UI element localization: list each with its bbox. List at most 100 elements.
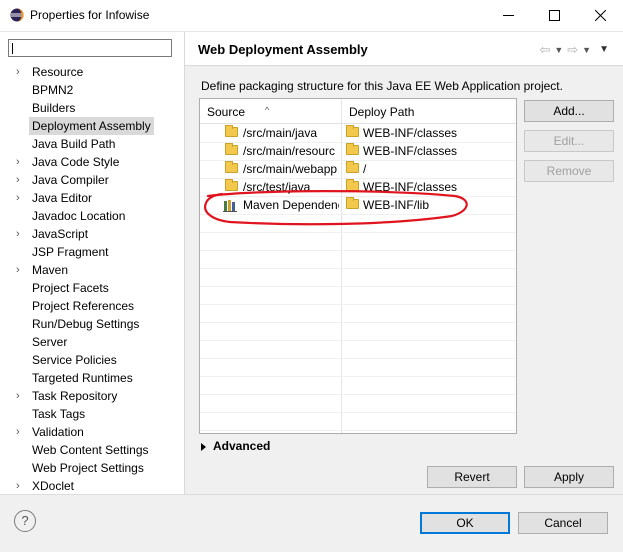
nav-item-label: Deployment Assembly bbox=[29, 117, 154, 135]
chevron-right-icon[interactable]: › bbox=[16, 261, 26, 279]
column-deploy-path[interactable]: Deploy Path bbox=[342, 99, 516, 123]
nav-item[interactable]: Deployment Assembly bbox=[0, 117, 184, 135]
back-arrow-icon[interactable]: ⇦ bbox=[539, 42, 550, 58]
empty-row bbox=[200, 214, 516, 233]
nav-item[interactable]: BPMN2 bbox=[0, 81, 184, 99]
nav-item-label: Web Project Settings bbox=[32, 461, 144, 475]
deploy-path-cell: / bbox=[363, 162, 367, 176]
filter-input[interactable] bbox=[8, 39, 172, 57]
nav-item[interactable]: Project References bbox=[0, 297, 184, 315]
edit-button[interactable]: Edit... bbox=[524, 130, 614, 152]
nav-item[interactable]: › Java Compiler bbox=[0, 171, 184, 189]
eclipse-icon bbox=[10, 8, 24, 22]
deploy-path-cell: WEB-INF/classes bbox=[363, 144, 458, 158]
folder-icon bbox=[346, 125, 359, 137]
add-button[interactable]: Add... bbox=[524, 100, 614, 122]
minimize-icon bbox=[502, 15, 514, 16]
expand-arrow-icon[interactable] bbox=[201, 443, 206, 451]
close-button[interactable] bbox=[577, 0, 623, 31]
table-row[interactable]: /src/main/java WEB-INF/classes bbox=[200, 124, 516, 143]
nav-item[interactable]: › Java Code Style bbox=[0, 153, 184, 171]
chevron-right-icon[interactable]: › bbox=[16, 477, 26, 495]
nav-item[interactable]: › Maven bbox=[0, 261, 184, 279]
advanced-section-toggle[interactable]: Advanced bbox=[213, 439, 270, 453]
nav-item[interactable]: Web Content Settings bbox=[0, 441, 184, 459]
ok-button[interactable]: OK bbox=[420, 512, 510, 534]
nav-item-label: Java Editor bbox=[32, 191, 93, 205]
nav-item-label: Java Code Style bbox=[32, 155, 120, 169]
nav-item-label: Maven bbox=[32, 263, 69, 277]
apply-button[interactable]: Apply bbox=[524, 466, 614, 488]
remove-button[interactable]: Remove bbox=[524, 160, 614, 182]
folder-icon bbox=[346, 161, 359, 173]
nav-item-label: Run/Debug Settings bbox=[32, 317, 140, 331]
table-row[interactable]: /src/test/java WEB-INF/classes bbox=[200, 178, 516, 197]
forward-arrow-icon[interactable]: ⇨ bbox=[567, 42, 578, 58]
empty-row bbox=[200, 232, 516, 251]
close-icon bbox=[594, 10, 606, 21]
deployment-table[interactable]: Source ^ Deploy Path /src/main/java WEB-I… bbox=[199, 98, 517, 434]
nav-item[interactable]: Javadoc Location bbox=[0, 207, 184, 225]
view-menu-icon[interactable]: ▼ bbox=[599, 42, 609, 58]
nav-item[interactable]: › Java Editor bbox=[0, 189, 184, 207]
nav-item[interactable]: Targeted Runtimes bbox=[0, 369, 184, 387]
nav-item-label: Service Policies bbox=[32, 353, 117, 367]
folder-icon bbox=[346, 179, 359, 191]
nav-item[interactable]: › XDoclet bbox=[0, 477, 184, 495]
nav-item-label: Project References bbox=[32, 299, 135, 313]
table-row[interactable]: Maven Dependenc WEB-INF/lib bbox=[200, 196, 516, 215]
source-cell: /src/test/java bbox=[243, 180, 311, 194]
nav-item[interactable]: Task Tags bbox=[0, 405, 184, 423]
library-icon bbox=[223, 200, 237, 212]
chevron-right-icon[interactable]: › bbox=[16, 387, 26, 405]
nav-item[interactable]: › Resource bbox=[0, 63, 184, 81]
forward-dropdown-icon[interactable]: ▼ bbox=[582, 42, 591, 58]
empty-row bbox=[200, 286, 516, 305]
folder-icon bbox=[225, 125, 238, 137]
nav-item-label: Task Tags bbox=[32, 407, 86, 421]
revert-button[interactable]: Revert bbox=[427, 466, 517, 488]
source-cell: /src/main/java bbox=[243, 126, 318, 140]
text-caret bbox=[12, 43, 13, 54]
chevron-right-icon[interactable]: › bbox=[16, 171, 26, 189]
nav-item[interactable]: Java Build Path bbox=[0, 135, 184, 153]
nav-item[interactable]: › Validation bbox=[0, 423, 184, 441]
minimize-button[interactable] bbox=[485, 0, 531, 31]
table-row[interactable]: /src/main/resourc WEB-INF/classes bbox=[200, 142, 516, 161]
column-source[interactable]: Source ^ bbox=[200, 99, 342, 123]
chevron-right-icon[interactable]: › bbox=[16, 153, 26, 171]
source-cell: Maven Dependenc bbox=[243, 198, 339, 212]
back-dropdown-icon[interactable]: ▼ bbox=[554, 42, 563, 58]
page-title: Web Deployment Assembly bbox=[198, 42, 368, 57]
chevron-right-icon[interactable]: › bbox=[16, 225, 26, 243]
chevron-right-icon[interactable]: › bbox=[16, 423, 26, 441]
empty-row bbox=[200, 268, 516, 287]
nav-item[interactable]: Run/Debug Settings bbox=[0, 315, 184, 333]
nav-item[interactable]: Builders bbox=[0, 99, 184, 117]
page-header: Web Deployment Assembly ⇦ ▼ ⇨ ▼ ▼ bbox=[185, 32, 623, 66]
table-row[interactable]: /src/main/webapp / bbox=[200, 160, 516, 179]
properties-page: Web Deployment Assembly ⇦ ▼ ⇨ ▼ ▼ Define… bbox=[185, 32, 623, 494]
nav-item-label: Task Repository bbox=[32, 389, 118, 403]
window-title: Properties for Infowise bbox=[30, 8, 150, 22]
nav-item[interactable]: Web Project Settings bbox=[0, 459, 184, 477]
deploy-path-cell: WEB-INF/classes bbox=[363, 180, 458, 194]
nav-item[interactable]: Server bbox=[0, 333, 184, 351]
help-icon[interactable]: ? bbox=[14, 510, 36, 532]
nav-item-label: Java Build Path bbox=[32, 137, 116, 151]
chevron-right-icon[interactable]: › bbox=[16, 189, 26, 207]
maximize-button[interactable] bbox=[531, 0, 577, 31]
folder-icon bbox=[225, 143, 238, 155]
nav-item[interactable]: JSP Fragment bbox=[0, 243, 184, 261]
chevron-right-icon[interactable]: › bbox=[16, 63, 26, 81]
nav-item-label: Web Content Settings bbox=[32, 443, 149, 457]
cancel-button[interactable]: Cancel bbox=[518, 512, 608, 534]
nav-item[interactable]: › JavaScript bbox=[0, 225, 184, 243]
nav-item[interactable]: Project Facets bbox=[0, 279, 184, 297]
empty-row bbox=[200, 250, 516, 269]
nav-item[interactable]: Service Policies bbox=[0, 351, 184, 369]
folder-icon bbox=[225, 179, 238, 191]
nav-item[interactable]: › Task Repository bbox=[0, 387, 184, 405]
empty-row bbox=[200, 412, 516, 431]
folder-icon bbox=[346, 143, 359, 155]
